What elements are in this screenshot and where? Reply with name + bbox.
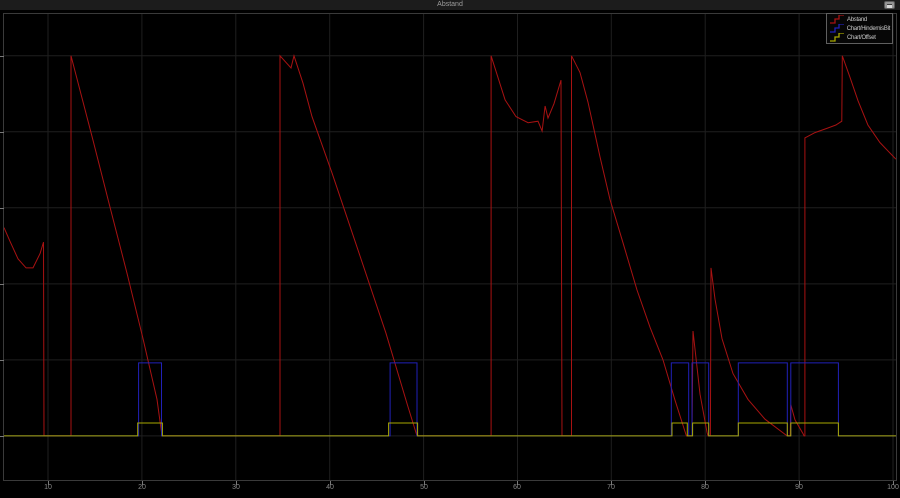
y-axis-tick-mark [0,56,4,57]
legend-label: Chart/HindernisBit [847,26,890,32]
y-axis-tick-mark [0,360,4,361]
undock-button[interactable] [884,1,895,9]
window-title-bar: Abstand [0,0,900,10]
legend-label: Abstand [847,17,867,23]
legend[interactable]: Abstand Chart/HindernisBit Chart/Offset [826,13,893,44]
x-axis-tick-label: 60 [513,484,521,492]
x-axis-tick-label: 40 [326,484,334,492]
x-axis-tick-label: 90 [795,484,803,492]
abstand-series-line [4,56,896,436]
window-icon [887,4,892,8]
x-axis-tick-label: 70 [607,484,615,492]
legend-item-offset: Chart/Offset [827,33,892,42]
y-axis-tick-mark [0,208,4,209]
legend-line-sample-icon [829,24,845,33]
plot-area [3,13,897,481]
x-axis-tick-label: 50 [420,484,428,492]
chart-canvas [4,14,896,480]
legend-line-sample-icon [829,15,845,24]
x-axis-tick-label: 10 [44,484,52,492]
y-axis-tick-mark [0,132,4,133]
legend-item-abstand: Abstand [827,15,892,24]
legend-label: Chart/Offset [847,35,876,41]
x-axis-tick-label: 20 [138,484,146,492]
y-axis-tick-mark [0,436,4,437]
legend-item-hindernis_bit: Chart/HindernisBit [827,24,892,33]
offset-series-line [4,423,896,436]
x-axis-tick-label: 100 [887,484,899,492]
window-title: Abstand [437,1,463,8]
y-axis-tick-mark [0,284,4,285]
legend-line-sample-icon [829,33,845,42]
scope-window: Abstand 10 20 30 40 50 60 70 80 90 100 Abstand Cha… [0,0,900,498]
x-axis-tick-label: 80 [701,484,709,492]
x-axis-tick-label: 30 [232,484,240,492]
